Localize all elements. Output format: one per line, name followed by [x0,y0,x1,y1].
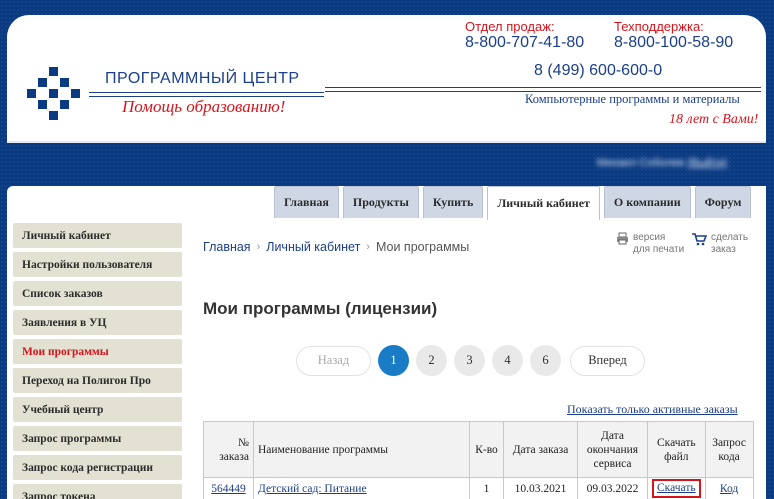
next-page-button[interactable]: Вперед [570,345,645,376]
site-header: ПРОГРАММНЫЙ ЦЕНТР Помощь образованию! От… [7,15,766,143]
column-header-name: Наименование программы [253,421,470,478]
column-header-order-date: Дата заказа [503,421,578,478]
make-order-button[interactable]: сделать заказ [691,232,748,256]
breadcrumb-home[interactable]: Главная [203,240,251,254]
tab-home[interactable]: Главная [274,186,339,218]
printer-icon [617,232,628,245]
sidebar-item-cabinet[interactable]: Личный кабинет [13,223,182,248]
years-badge: 18 лет с Вами! [669,112,759,127]
support-label: Техподдержка: [614,19,704,34]
sidebar-item-polygon[interactable]: Переход на Полигон Про [13,368,182,393]
logout-link[interactable]: (Выйти) [687,157,727,169]
order-date-cell: 10.03.2021 [503,477,578,499]
code-link[interactable]: Код [720,483,738,495]
pagination: Назад 1 2 3 4 6 Вперед [296,345,645,376]
divider [325,87,761,88]
breadcrumb-current: Мои программы [375,240,470,254]
page-button-1[interactable]: 1 [378,345,409,376]
order-cell: 564449 [203,477,254,499]
tagline: Компьютерные программы и материалы [525,92,740,106]
sales-label: Отдел продаж: [465,19,555,34]
main-phone: 8 (499) 600-600-0 [534,62,663,79]
breadcrumb: Главная › Личный кабинет › Мои программы [203,240,469,254]
table-row: 564449 Детский сад: Питание 1 10.03.2021… [203,477,754,499]
header-text: заказа [219,450,249,463]
tab-about[interactable]: О компании [603,186,691,218]
end-date-cell: 09.03.2022 [577,477,648,499]
page-button-2[interactable]: 2 [416,345,447,376]
code-cell: Код [704,477,754,499]
user-info: Михаил Соболев (Выйти) [597,157,727,169]
prev-page-button[interactable]: Назад [296,345,371,376]
main-nav: Главная Продукты Купить Личный кабинет О… [274,186,752,220]
chevron-right-icon: › [256,241,261,253]
header-text: Запрос [712,436,746,449]
programs-table: № заказа Наименование программы К-во Дат… [203,421,754,499]
cart-icon [692,233,707,246]
name-cell: Детский сад: Питание [253,477,470,499]
column-header-code: Запрос кода [704,421,754,478]
header-text: кода [718,450,740,463]
page-button-3[interactable]: 3 [454,345,485,376]
tab-buy[interactable]: Купить [422,186,484,218]
chevron-right-icon: › [366,241,370,253]
sidebar-item-my-programs[interactable]: Мои программы [13,339,182,364]
header-text: файл [664,450,689,463]
tab-products[interactable]: Продукты [342,186,419,218]
sidebar-item-request-program[interactable]: Запрос программы [13,426,182,451]
column-header-qty: К-во [469,421,504,478]
order-link[interactable]: 564449 [211,483,246,495]
page-button-6[interactable]: 6 [530,345,561,376]
column-header-end-date: Дата окончания сервиса [577,421,648,478]
sidebar-item-orders[interactable]: Список заказов [13,281,182,306]
sidebar-item-applications[interactable]: Заявления в УЦ [13,310,182,335]
download-link[interactable]: Скачать [652,479,701,498]
brand-name: ПРОГРАММНЫЙ ЦЕНТР [105,70,300,87]
qty-cell: 1 [469,477,504,499]
header-text: сервиса [593,457,632,470]
tab-cabinet[interactable]: Личный кабинет [487,186,600,220]
page-title: Мои программы (лицензии) [203,299,438,318]
print-label-2: для печати [633,244,685,255]
header-text: Скачать [657,436,696,449]
print-version-button[interactable]: версия для печати [616,232,684,256]
breadcrumb-cabinet[interactable]: Личный кабинет [266,240,360,254]
divider [89,92,324,93]
sidebar: Личный кабинет Настройки пользователя Сп… [13,223,182,499]
column-header-order: № заказа [203,421,254,478]
slogan: Помощь образованию! [122,97,286,116]
print-label-1: версия [633,232,666,243]
support-phone: 8-800-100-58-90 [614,34,734,51]
tab-forum[interactable]: Форум [694,186,752,218]
program-link[interactable]: Детский сад: Питание [258,483,367,495]
header-text: окончания [586,443,639,456]
column-header-download: Скачать файл [647,421,706,478]
page-button-4[interactable]: 4 [492,345,523,376]
user-name[interactable]: Михаил Соболев [597,157,684,169]
download-cell: Скачать [647,477,706,499]
sales-phone: 8-800-707-41-80 [465,34,585,51]
header-text: Дата [601,429,624,442]
sidebar-item-settings[interactable]: Настройки пользователя [13,252,182,277]
logo-icon[interactable] [27,67,81,121]
order-label-2: заказ [711,244,736,255]
header-text: № [238,436,249,449]
order-label-1: сделать [711,232,749,243]
sidebar-item-training[interactable]: Учебный центр [13,397,182,422]
sidebar-item-request-token[interactable]: Запрос токена [13,484,182,499]
show-active-orders-link[interactable]: Показать только активные заказы [567,402,738,417]
sidebar-item-request-code[interactable]: Запрос кода регистрации [13,455,182,480]
